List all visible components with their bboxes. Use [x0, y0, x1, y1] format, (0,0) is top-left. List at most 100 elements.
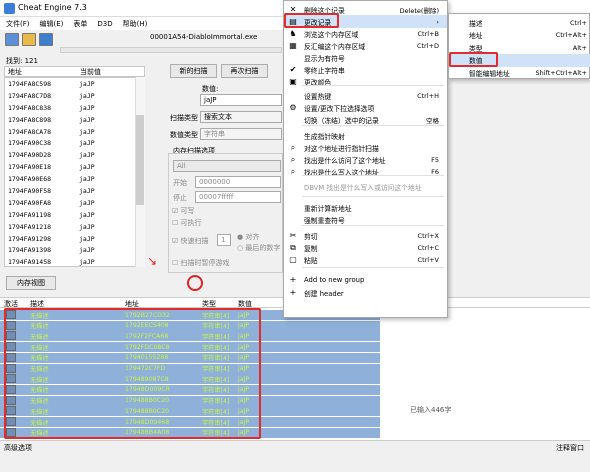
- list-item[interactable]: 1794FA8CA78 jaJP: [5, 126, 144, 138]
- list-item[interactable]: 1794FA8C898 jaJP: [5, 114, 144, 126]
- list-item[interactable]: 1794FA91398 jaJP: [5, 244, 144, 256]
- list-address: 1794FA8C598: [8, 79, 52, 88]
- new-scan-button[interactable]: 新的扫描: [170, 64, 217, 78]
- context-item-shortcut: Ctrl+C: [417, 243, 439, 252]
- list-address: 1794FA8CA78: [8, 127, 52, 136]
- computer-icon[interactable]: [5, 33, 19, 46]
- list-address: 1794FA90F58: [8, 186, 52, 195]
- list-address: 1794FA91218: [8, 222, 52, 231]
- context-item-shortcut: Ctrl+D: [416, 41, 439, 50]
- value-input[interactable]: jaJP: [200, 94, 282, 106]
- writable-checkbox[interactable]: ☑ 可写: [172, 206, 195, 216]
- save-icon[interactable]: [39, 33, 53, 46]
- comments-window[interactable]: 注释窗口: [556, 443, 584, 453]
- list-item[interactable]: 1794FA8C7D8 jaJP: [5, 90, 144, 102]
- scan-progress-bar: [60, 47, 282, 53]
- memory-view-button[interactable]: 内存视图: [6, 276, 56, 290]
- highlight-box-value: [449, 52, 498, 67]
- highlight-box-change-record: [284, 13, 339, 28]
- submenu-item-1[interactable]: 地址 Ctrl+Alt+: [449, 29, 590, 42]
- list-item[interactable]: 1794FA8C598 jaJP: [5, 78, 144, 90]
- executable-checkbox[interactable]: ☐ 可执行: [172, 218, 202, 228]
- list-value: jaJP: [79, 222, 95, 231]
- add-to-list-arrow-icon[interactable]: ↘: [147, 254, 163, 268]
- context-item-icon: ✔: [289, 65, 297, 74]
- list-item[interactable]: 1794FA8C838 jaJP: [5, 102, 144, 114]
- context-item-21[interactable]: + 创建 header: [284, 286, 447, 299]
- stop-icon[interactable]: [187, 275, 203, 291]
- value-type-select[interactable]: 字符串: [200, 128, 282, 140]
- list-item[interactable]: 1794FA91218 jaJP: [5, 221, 144, 233]
- value-label: 数值:: [202, 85, 219, 93]
- menu-edit[interactable]: 编辑(E): [40, 19, 64, 29]
- list-item[interactable]: 1794FA91198 jaJP: [5, 209, 144, 221]
- align-radio[interactable]: ● 对齐: [237, 232, 259, 242]
- context-item-14[interactable]: DBVM 找出是什么写入或访问这个地址: [284, 180, 447, 193]
- context-item-20[interactable]: + Add to new group: [284, 273, 447, 286]
- submenu-shortcut: Shift+Ctrl+Alt+: [535, 68, 587, 77]
- context-item-icon: +: [289, 288, 297, 297]
- highlight-box-table: [4, 308, 261, 439]
- menu-help[interactable]: 帮助(H): [123, 19, 148, 29]
- list-item[interactable]: 1794FA90F58 jaJP: [5, 185, 144, 197]
- context-item-label: 粘贴: [304, 256, 318, 265]
- change-record-submenu: 描述 Ctrl+ 地址 Ctrl+Alt+ 类型 Alt+ 数值 智能编辑地址 Shift+Ct…: [448, 13, 590, 79]
- list-value: jaJP: [79, 246, 95, 255]
- list-value: jaJP: [79, 163, 95, 172]
- stop-address-input[interactable]: 00007fffff: [195, 191, 281, 203]
- list-value: jaJP: [79, 198, 95, 207]
- context-item-6[interactable]: ▣ 更改颜色: [284, 75, 447, 88]
- menu-file[interactable]: 文件(F): [6, 19, 30, 29]
- list-item[interactable]: 1794FA90E68 jaJP: [5, 173, 144, 185]
- region-select[interactable]: All: [173, 160, 281, 172]
- list-item[interactable]: 1794FA90E18 jaJP: [5, 161, 144, 173]
- context-item-label: 零终止字符串: [304, 66, 345, 75]
- context-item-icon: ⌕: [290, 166, 296, 176]
- list-value: jaJP: [79, 186, 95, 195]
- next-scan-button[interactable]: 再次扫描: [221, 64, 268, 78]
- list-item[interactable]: 1794FA91458 jaJP: [5, 256, 144, 266]
- fast-scan-input[interactable]: 1: [217, 234, 231, 246]
- status-bar: 高级选项 注释窗口: [0, 440, 590, 453]
- list-item[interactable]: 1794FA91298 jaJP: [5, 233, 144, 245]
- result-list[interactable]: 1794FA8C598 jaJP 1794FA8C7D8 jaJP 1794FA8C83…: [4, 77, 145, 267]
- context-item-shortcut: Ctrl+H: [417, 91, 439, 100]
- context-item-icon: ⌕: [290, 154, 296, 164]
- context-item-shortcut: 空格: [426, 116, 439, 125]
- list-item[interactable]: 1794FA90FA8 jaJP: [5, 197, 144, 209]
- fast-scan-checkbox[interactable]: ☑ 快速扫描: [172, 236, 209, 246]
- context-item-icon: ▦: [289, 41, 297, 50]
- submenu-item-0[interactable]: 描述 Ctrl+: [449, 16, 590, 29]
- menu-separator: [302, 267, 444, 268]
- menu-d3d[interactable]: D3D: [97, 20, 112, 28]
- found-count: 找到: 121: [6, 57, 38, 65]
- menu-table[interactable]: 表单: [73, 19, 87, 29]
- pause-label: 扫描时暂停游戏: [180, 259, 230, 267]
- stop-label: 停止: [173, 194, 187, 202]
- pause-checkbox[interactable]: ☐ 扫描时暂停游戏: [172, 258, 230, 268]
- context-item-shortcut: ›: [436, 17, 439, 26]
- submenu-item-4[interactable]: 智能编辑地址 Shift+Ctrl+Alt+: [449, 66, 590, 79]
- list-item[interactable]: 1794FA90D28 jaJP: [5, 149, 144, 161]
- context-item-label: 设置热键: [304, 92, 332, 101]
- value-type-label: 数值类型: [170, 131, 198, 139]
- start-address-input[interactable]: 0000000: [195, 176, 281, 188]
- scrollbar-thumb[interactable]: [136, 115, 144, 205]
- context-item-shortcut: F5: [431, 155, 439, 164]
- context-item-13[interactable]: ⌕ 找出是什么写入这个地址 F6: [284, 165, 447, 178]
- context-item-label: 找出是什么访问了这个地址: [304, 156, 386, 165]
- advanced-options[interactable]: 高级选项: [4, 443, 32, 453]
- list-value: jaJP: [79, 210, 95, 219]
- open-folder-icon[interactable]: [22, 33, 36, 46]
- last-digits-radio[interactable]: ○ 最后的数字: [237, 243, 280, 253]
- context-item-19[interactable]: ▢ 粘贴 Ctrl+V: [284, 253, 447, 266]
- list-value: jaJP: [79, 151, 95, 160]
- menu-separator: [302, 225, 444, 226]
- scan-type-select[interactable]: 搜索文本: [200, 111, 282, 123]
- list-value: jaJP: [79, 91, 95, 100]
- context-item-shortcut: Ctrl+B: [417, 29, 439, 38]
- process-name: 00001A54-DiabloImmortal.exe: [150, 33, 258, 41]
- submenu-label: 地址: [469, 32, 483, 40]
- context-item-label: 剪切: [304, 232, 318, 241]
- list-item[interactable]: 1794FA90C38 jaJP: [5, 137, 144, 149]
